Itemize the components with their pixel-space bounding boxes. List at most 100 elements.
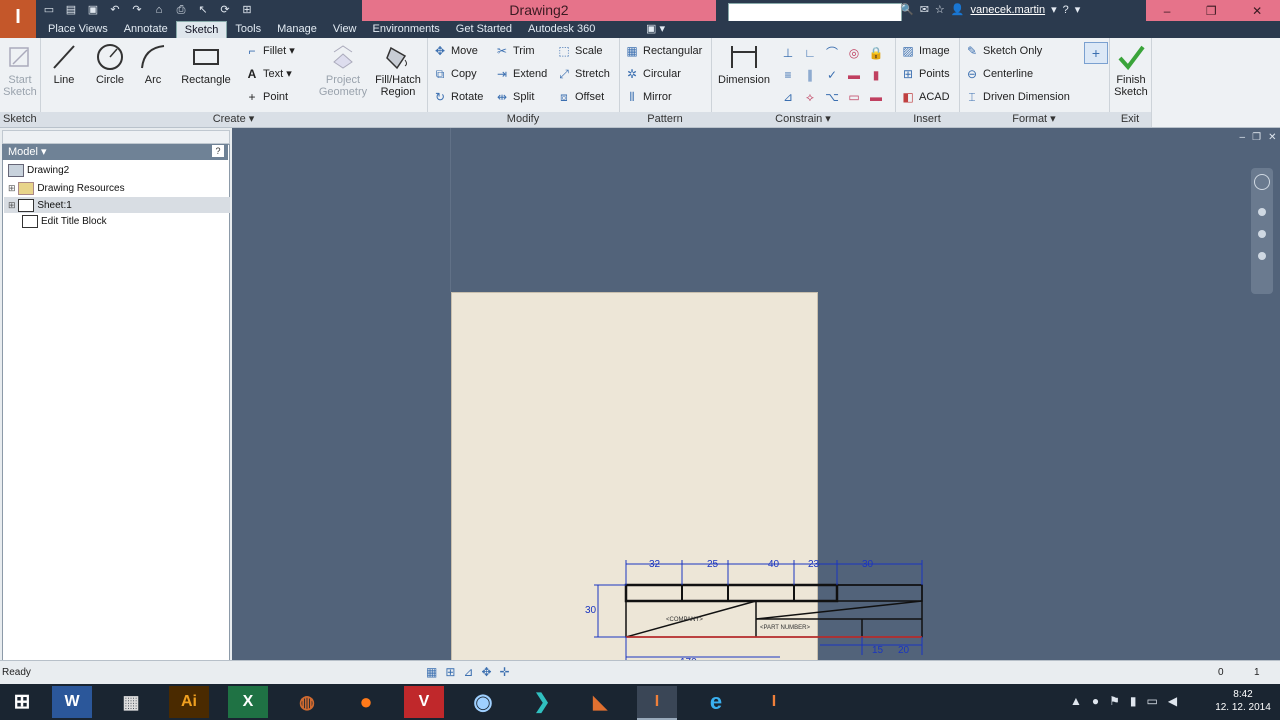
zoom-icon[interactable] bbox=[1258, 230, 1266, 238]
new-icon[interactable]: ▭ bbox=[40, 2, 58, 19]
dim-23[interactable]: 23 bbox=[808, 559, 820, 570]
taskbar-firefox-icon[interactable]: ● bbox=[346, 686, 386, 718]
offset-button[interactable]: ⧈ Offset bbox=[557, 87, 604, 107]
point-button[interactable]: + Point bbox=[245, 87, 288, 107]
save-icon[interactable]: ▣ bbox=[84, 2, 102, 19]
cursor-tools-icon[interactable]: ✛ bbox=[500, 665, 510, 679]
copy-button[interactable]: ⧉ Copy bbox=[433, 64, 477, 84]
flag-icon[interactable]: ⚑ bbox=[1109, 694, 1120, 708]
close-icon[interactable]: ✕ bbox=[1252, 4, 1262, 18]
volume-icon[interactable]: ◀ bbox=[1168, 694, 1177, 708]
taskbar-excel[interactable]: X bbox=[228, 686, 268, 718]
dimension-button[interactable]: Dimension bbox=[715, 42, 773, 86]
dim-25[interactable]: 25 bbox=[707, 559, 719, 570]
ortho-icon[interactable]: ⊿ bbox=[463, 665, 473, 679]
close-icon[interactable]: ✕ bbox=[1268, 132, 1276, 144]
network-icon[interactable]: ● bbox=[1092, 694, 1099, 708]
collinear-icon[interactable]: ▬ bbox=[843, 64, 865, 86]
dim-15[interactable]: 15 bbox=[872, 645, 884, 656]
taskbar-autodesk-icon[interactable]: ◣ bbox=[580, 686, 620, 718]
help-icon[interactable]: ? bbox=[1063, 0, 1069, 21]
scale-button[interactable]: ⬚ Scale bbox=[557, 41, 602, 61]
steering-wheel-icon[interactable] bbox=[1254, 174, 1270, 190]
chevron-down-icon[interactable]: ▾ bbox=[1051, 0, 1057, 21]
fix-icon[interactable]: ⊿ bbox=[777, 86, 799, 108]
tree-item-drawing-resources[interactable]: ⊞ Drawing Resources bbox=[8, 180, 125, 196]
taskbar-inventor-2[interactable]: I bbox=[754, 686, 794, 718]
trim-button[interactable]: ✂ Trim bbox=[495, 41, 535, 61]
sketch-grid-icon[interactable]: + bbox=[1084, 42, 1108, 64]
browser-title[interactable]: Model ▾ bbox=[2, 146, 47, 158]
taskbar-illustrator[interactable]: Ai bbox=[169, 686, 209, 718]
clock[interactable]: 8:42 12. 12. 2014 bbox=[1212, 688, 1274, 714]
split-button[interactable]: ⇹ Split bbox=[495, 87, 534, 107]
vertical-icon[interactable]: ▮ bbox=[865, 64, 887, 86]
restore-icon[interactable]: ❐ bbox=[1206, 4, 1217, 18]
smooth-icon[interactable]: ✓ bbox=[821, 64, 843, 86]
stretch-button[interactable]: ⤢ Stretch bbox=[557, 64, 610, 84]
panel-label-constrain[interactable]: Constrain ▾ bbox=[711, 112, 895, 127]
parallel-icon[interactable]: ∥ bbox=[799, 64, 821, 86]
taskbar-word[interactable]: W bbox=[52, 686, 92, 718]
undo-icon[interactable]: ↶ bbox=[106, 2, 124, 19]
circular-pattern-button[interactable]: ✲ Circular bbox=[625, 64, 681, 84]
fill-hatch-button[interactable]: Fill/Hatch Region bbox=[370, 42, 426, 98]
dim-30-left[interactable]: 30 bbox=[585, 605, 597, 616]
taskbar-vault-icon[interactable]: V bbox=[404, 686, 444, 718]
dynamic-input-icon[interactable]: ✥ bbox=[481, 665, 491, 679]
dim-32[interactable]: 32 bbox=[649, 559, 661, 570]
signal-icon[interactable]: ▮ bbox=[1130, 694, 1137, 708]
arc-button[interactable]: Arc bbox=[136, 42, 170, 86]
show-constraints-icon[interactable]: ▭ bbox=[843, 86, 865, 108]
grid-icon[interactable]: ▦ bbox=[426, 665, 437, 679]
taskbar-player-icon[interactable]: ◉ bbox=[463, 686, 503, 718]
fillet-button[interactable]: ⌐ Fillet ▾ bbox=[245, 41, 294, 61]
dim-30-top[interactable]: 30 bbox=[862, 559, 874, 570]
taskbar-inventor[interactable]: I bbox=[637, 686, 677, 720]
taskbar-app-icon[interactable]: ◍ bbox=[287, 686, 327, 718]
restore-icon[interactable]: ❐ bbox=[1252, 132, 1261, 144]
minimize-icon[interactable]: – bbox=[1240, 132, 1246, 144]
move-button[interactable]: ✥ Move bbox=[433, 41, 478, 61]
rectangular-pattern-button[interactable]: ▦ Rectangular bbox=[625, 41, 702, 61]
hide-constraints-icon[interactable]: ▬ bbox=[865, 86, 887, 108]
tab-sketch[interactable]: Sketch bbox=[175, 21, 228, 39]
extend-button[interactable]: ⇥ Extend bbox=[495, 64, 547, 84]
application-menu-button[interactable]: I bbox=[0, 0, 36, 38]
taskbar-ie[interactable]: e bbox=[696, 686, 736, 718]
rotate-button[interactable]: ↻ Rotate bbox=[433, 87, 483, 107]
measure-icon[interactable]: ⊞ bbox=[238, 2, 256, 19]
sketch-only-button[interactable]: ✎ Sketch Only bbox=[965, 41, 1042, 61]
image-button[interactable]: ▨ Image bbox=[901, 41, 949, 61]
select-icon[interactable]: ↖ bbox=[194, 2, 212, 19]
driven-dimension-button[interactable]: ⌶ Driven Dimension bbox=[965, 87, 1069, 107]
dim-20[interactable]: 20 bbox=[898, 645, 910, 656]
horizontal-icon[interactable]: ≡ bbox=[777, 64, 799, 86]
concentric-icon[interactable]: ◎ bbox=[843, 42, 865, 64]
dim-40[interactable]: 40 bbox=[768, 559, 780, 570]
mirror-button[interactable]: ⫴ Mirror bbox=[625, 87, 671, 107]
panel-label-create[interactable]: Create ▾ bbox=[40, 112, 427, 127]
tree-item-edit-title-block[interactable]: Edit Title Block bbox=[22, 214, 107, 230]
user-name-link[interactable]: vanecek.martin bbox=[971, 0, 1046, 21]
communication-icon[interactable]: ✉ bbox=[920, 0, 929, 21]
text-button[interactable]: A Text ▾ bbox=[245, 64, 292, 84]
binoculars-icon[interactable]: 🔍 bbox=[900, 0, 914, 21]
tangent-icon[interactable]: ⌒ bbox=[821, 42, 843, 64]
minimize-icon[interactable]: – bbox=[1164, 4, 1171, 18]
tree-item-sheet[interactable]: ⊞ Sheet:1 bbox=[4, 197, 230, 213]
start-sketch-button[interactable]: Start Sketch bbox=[2, 42, 38, 98]
taskbar-video-icon[interactable]: ▦ bbox=[111, 686, 151, 718]
centerline-button[interactable]: ⊖ Centerline bbox=[965, 64, 1033, 84]
open-icon[interactable]: ▤ bbox=[62, 2, 80, 19]
print-icon[interactable]: ⎙ bbox=[172, 2, 190, 19]
equal-icon[interactable]: ⌥ bbox=[821, 86, 843, 108]
update-icon[interactable]: ⟳ bbox=[216, 2, 234, 19]
tab-environments[interactable]: Environments bbox=[365, 21, 448, 38]
line-button[interactable]: Line bbox=[46, 42, 82, 86]
ribbon-options-icon[interactable]: ▣ ▾ bbox=[646, 22, 665, 35]
windows-start-icon[interactable]: ⊞ bbox=[2, 686, 42, 718]
tree-item-drawing[interactable]: Drawing2 bbox=[8, 163, 69, 179]
star-icon[interactable]: ☆ bbox=[935, 0, 945, 21]
panel-label-format[interactable]: Format ▾ bbox=[959, 112, 1109, 127]
